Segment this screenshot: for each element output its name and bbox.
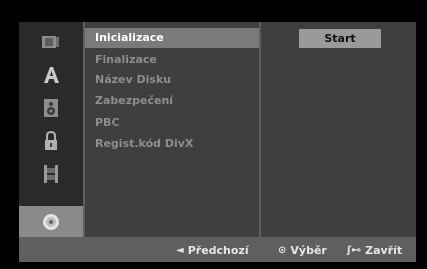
left-arrow-icon: ◄ <box>176 245 184 256</box>
enter-button-icon: ⊙ <box>278 245 287 256</box>
menu-item-finalizace[interactable]: Finalizace <box>85 50 259 70</box>
sidebar-item-disc[interactable] <box>19 206 83 237</box>
close-label: Zavřít <box>365 244 403 257</box>
option-panel: Start <box>261 22 416 237</box>
previous-label: Předchozí <box>187 244 249 257</box>
select-label: Výběr <box>290 244 327 257</box>
menu-item-disc-name[interactable]: Název Disku <box>85 70 259 90</box>
disc-library-icon <box>42 35 59 48</box>
disc-menu: Inicializace Finalizace Název Disku Zabe… <box>85 22 259 237</box>
return-icon: ʃ⊷ <box>347 245 362 256</box>
sidebar-item-lock[interactable] <box>19 125 83 156</box>
film-strip-icon <box>44 164 58 183</box>
select-hint[interactable]: ⊙ Výběr <box>278 239 327 262</box>
start-button[interactable]: Start <box>299 29 381 48</box>
sidebar-item-film[interactable] <box>19 158 83 189</box>
close-hint[interactable]: ʃ⊷ Zavřít <box>347 239 402 262</box>
sidebar-item-audio[interactable] <box>19 92 83 123</box>
menu-item-divx-code[interactable]: Regist.kód DivX <box>85 134 259 154</box>
menu-item-protection[interactable]: Zabezpečení <box>85 91 259 111</box>
category-sidebar <box>19 22 83 237</box>
menu-item-inicializace[interactable]: Inicializace <box>85 28 259 48</box>
disc-icon <box>43 213 59 230</box>
sidebar-item-language[interactable] <box>19 59 83 90</box>
padlock-icon <box>45 130 57 150</box>
previous-hint[interactable]: ◄ Předchozí <box>176 239 249 262</box>
menu-item-pbc[interactable]: PBC <box>85 113 259 133</box>
sidebar-item-disc-library[interactable] <box>19 26 83 57</box>
speaker-audio-icon <box>44 98 58 117</box>
footer-hint-bar: ◄ Předchozí ⊙ Výběr ʃ⊷ Zavřít <box>19 239 416 262</box>
language-letter-a-icon <box>44 66 59 83</box>
